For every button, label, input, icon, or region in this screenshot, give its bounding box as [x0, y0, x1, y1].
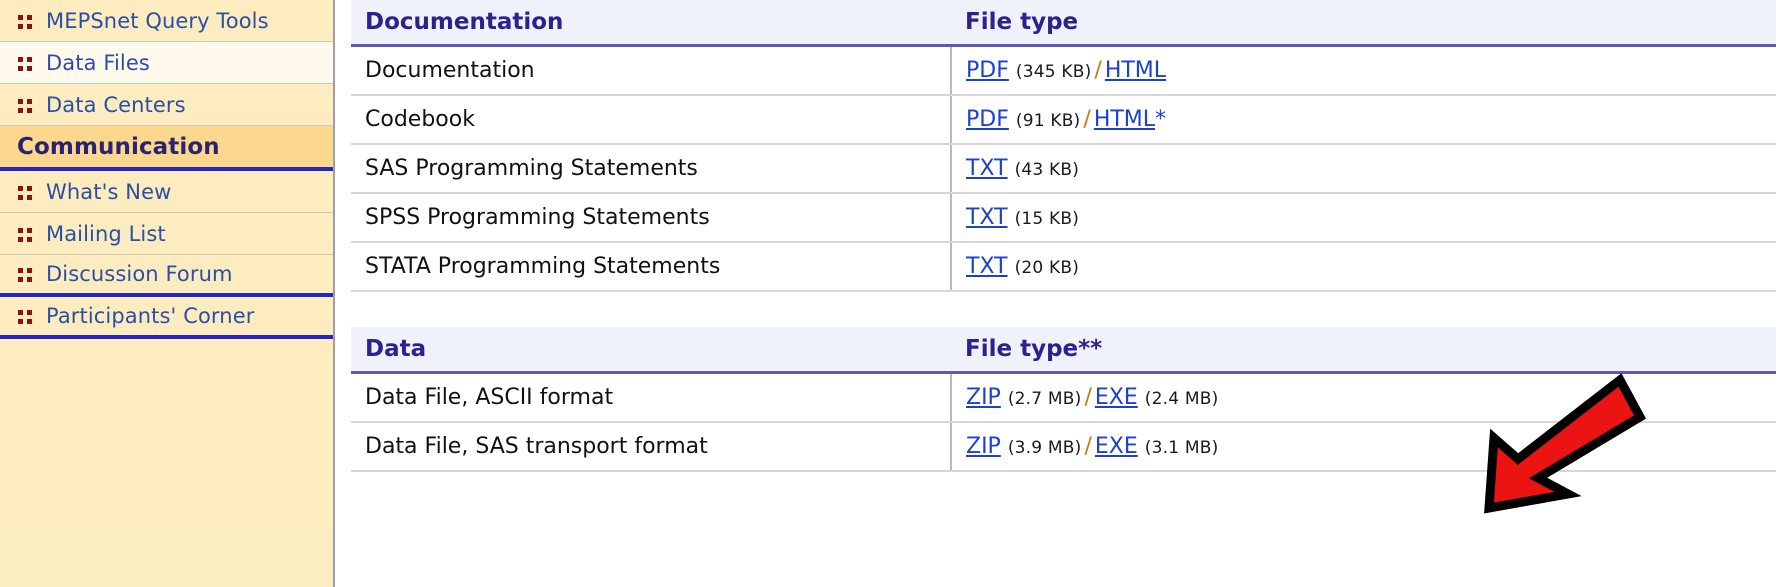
table-header-row: Documentation File type — [351, 0, 1776, 47]
file-size: (43 KB) — [1014, 160, 1080, 180]
sidebar-section-communication: Communication — [0, 126, 333, 171]
file-link-pdf[interactable]: PDF — [966, 107, 1009, 132]
file-link-txt[interactable]: TXT — [966, 205, 1008, 230]
sidebar-item-label: Discussion Forum — [46, 262, 233, 286]
sidebar-item-label: What's New — [46, 179, 172, 204]
file-size: (3.9 MB) — [1007, 438, 1082, 458]
table-gap — [351, 292, 1789, 327]
data-table: Data File type** Data File, ASCII format… — [351, 327, 1776, 472]
file-size: (3.1 MB) — [1144, 438, 1219, 458]
footnote-asterisk: * — [1155, 107, 1167, 132]
sidebar-item-data-centers[interactable]: Data Centers — [0, 84, 333, 126]
file-separator: / — [1094, 58, 1102, 83]
row-label: STATA Programming Statements — [351, 242, 951, 292]
table-row: SAS Programming Statements TXT (43 KB) — [351, 144, 1776, 194]
file-separator: / — [1084, 385, 1092, 410]
table-row: Codebook PDF (91 KB) / HTML* — [351, 95, 1776, 145]
four-dots-icon — [18, 267, 35, 283]
table-row: SPSS Programming Statements TXT (15 KB) — [351, 193, 1776, 243]
four-dots-icon — [18, 309, 35, 325]
row-label: Data File, ASCII format — [351, 372, 951, 423]
file-link-html[interactable]: HTML — [1105, 58, 1166, 83]
file-size: (2.7 MB) — [1007, 389, 1082, 409]
file-link-exe[interactable]: EXE — [1095, 385, 1138, 410]
sidebar-filler — [0, 339, 333, 529]
row-label: Codebook — [351, 95, 951, 145]
row-filetypes: TXT (15 KB) — [950, 193, 1776, 243]
file-separator: / — [1084, 434, 1092, 459]
file-link-txt[interactable]: TXT — [966, 156, 1008, 181]
column-header-file-type: File type** — [951, 327, 1776, 374]
row-filetypes: PDF (345 KB) / HTML — [950, 45, 1776, 96]
row-label: Data File, SAS transport format — [351, 422, 951, 472]
file-link-zip[interactable]: ZIP — [966, 385, 1001, 410]
documentation-table: Documentation File type Documentation PD… — [351, 0, 1776, 292]
file-size: (20 KB) — [1014, 258, 1080, 278]
file-link-txt[interactable]: TXT — [966, 254, 1008, 279]
file-size: (2.4 MB) — [1144, 389, 1219, 409]
sidebar-item-whats-new[interactable]: What's New — [0, 171, 333, 213]
column-header-data: Data — [351, 327, 951, 374]
page-root: MEPSnet Query Tools Data Files Data Cent… — [0, 0, 1789, 587]
sidebar-item-label: Participants' Corner — [46, 304, 255, 328]
row-label: Documentation — [351, 45, 951, 96]
table-row: Documentation PDF (345 KB) / HTML — [351, 45, 1776, 96]
table-header-row: Data File type** — [351, 327, 1776, 374]
file-size: (15 KB) — [1014, 209, 1080, 229]
row-label: SAS Programming Statements — [351, 144, 951, 194]
file-separator: / — [1083, 107, 1091, 132]
row-label: SPSS Programming Statements — [351, 193, 951, 243]
sidebar-item-label: MEPSnet Query Tools — [46, 8, 269, 33]
sidebar-item-label: Mailing List — [46, 221, 166, 246]
sidebar-item-discussion-forum[interactable]: Discussion Forum — [0, 255, 333, 297]
sidebar-section-label: Communication — [17, 133, 220, 160]
sidebar-item-mepsnet-query-tools[interactable]: MEPSnet Query Tools — [0, 0, 333, 42]
sidebar-navigation: MEPSnet Query Tools Data Files Data Cent… — [0, 0, 335, 587]
table-row: STATA Programming Statements TXT (20 KB) — [351, 242, 1776, 292]
four-dots-icon — [18, 98, 35, 114]
column-header-documentation: Documentation — [351, 0, 951, 47]
row-filetypes: PDF (91 KB) / HTML* — [950, 95, 1776, 145]
four-dots-icon — [18, 14, 35, 30]
four-dots-icon — [18, 185, 35, 201]
sidebar-item-data-files[interactable]: Data Files — [0, 42, 333, 84]
row-filetypes: TXT (43 KB) — [950, 144, 1776, 194]
sidebar-item-label: Data Centers — [46, 92, 186, 117]
main-content: Documentation File type Documentation PD… — [335, 0, 1789, 587]
sidebar-item-label: Data Files — [46, 50, 150, 75]
file-link-zip[interactable]: ZIP — [966, 434, 1001, 459]
file-link-exe[interactable]: EXE — [1095, 434, 1138, 459]
column-header-file-type: File type — [951, 0, 1776, 47]
sidebar-item-mailing-list[interactable]: Mailing List — [0, 213, 333, 255]
sidebar-item-participants-corner[interactable]: Participants' Corner — [0, 297, 333, 339]
row-filetypes: TXT (20 KB) — [950, 242, 1776, 292]
file-size: (91 KB) — [1015, 111, 1081, 131]
file-size: (345 KB) — [1015, 62, 1092, 82]
four-dots-icon — [18, 227, 35, 243]
table-row: Data File, ASCII format ZIP (2.7 MB) / EXE… — [351, 372, 1776, 423]
row-filetypes: ZIP (3.9 MB) / EXE (3.1 MB) — [950, 422, 1776, 472]
file-link-pdf[interactable]: PDF — [966, 58, 1009, 83]
table-row: Data File, SAS transport format ZIP (3.9… — [351, 422, 1776, 472]
row-filetypes: ZIP (2.7 MB) / EXE (2.4 MB) — [950, 372, 1776, 423]
four-dots-icon — [18, 56, 35, 72]
file-link-html[interactable]: HTML — [1094, 107, 1155, 132]
